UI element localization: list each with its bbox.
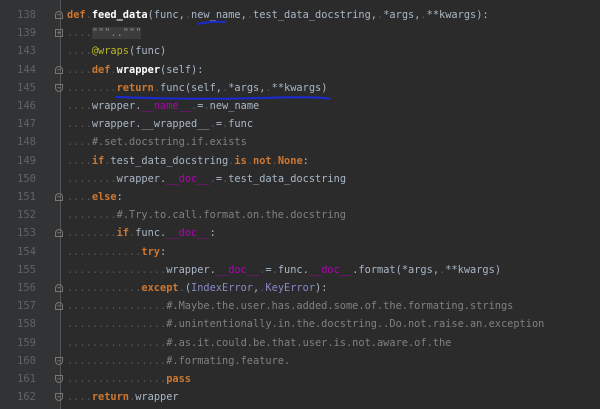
handwritten-annotations bbox=[115, 20, 331, 100]
underline-return-line bbox=[115, 96, 331, 100]
underline-new-name bbox=[197, 20, 227, 25]
